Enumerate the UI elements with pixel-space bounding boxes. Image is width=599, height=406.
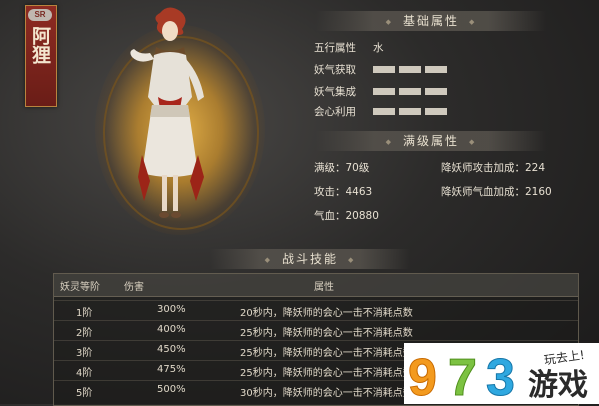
description-cell: 25秒内，降妖师的会心一击不消耗点数 — [240, 348, 413, 359]
character-portrait — [130, 7, 204, 218]
damage-cell: 400% — [157, 324, 186, 335]
column-header-attribute: 属性 — [314, 282, 334, 293]
table-row: 1阶 300% 20秒内，降妖师的会心一击不消耗点数 — [54, 300, 578, 320]
svg-text:3: 3 — [486, 349, 515, 404]
character-name: 阿狸 — [29, 26, 51, 64]
column-header-damage: 伤害 — [124, 282, 144, 293]
skills-table-header: 妖灵等阶 伤害 属性 — [54, 274, 578, 297]
site-watermark-logo: 9 7 3 玩去上! 游戏 — [404, 343, 599, 404]
description-cell: 25秒内，降妖师的会心一击不消耗点数 — [240, 368, 413, 379]
stat-bar-hidden — [373, 88, 447, 95]
stat-bar-hidden — [373, 108, 447, 115]
description-cell: 30秒内，降妖师的会心一击不消耗点数 — [240, 388, 413, 399]
attack-bonus: 降妖师攻击加成：224 — [441, 162, 546, 174]
tier-cell: 1阶 — [76, 308, 93, 319]
max-attributes-header: 满级属性 — [316, 131, 546, 151]
column-header-tier: 妖灵等阶 — [60, 282, 100, 293]
max-level: 满级：70级 — [314, 162, 370, 174]
svg-text:游戏: 游戏 — [528, 368, 588, 403]
rarity-badge: SR — [28, 9, 52, 21]
tier-cell: 4阶 — [76, 368, 93, 379]
combat-skills-header: 战斗技能 — [210, 249, 410, 269]
svg-text:7: 7 — [448, 349, 477, 404]
base-stat-label: 会心利用 — [314, 106, 356, 118]
base-attributes-header: 基础属性 — [316, 11, 546, 31]
base-stat-value: 水 — [373, 42, 384, 54]
base-stat-label: 妖气获取 — [314, 64, 356, 76]
tier-cell: 3阶 — [76, 348, 93, 359]
character-banner: SR 阿狸 — [25, 5, 57, 107]
damage-cell: 450% — [157, 344, 186, 355]
damage-cell: 475% — [157, 364, 186, 375]
table-row: 2阶 400% 25秒内，降妖师的会心一击不消耗点数 — [54, 320, 578, 340]
stat-bar-hidden — [373, 66, 447, 73]
max-hp: 气血：20880 — [314, 210, 379, 222]
damage-cell: 500% — [157, 384, 186, 395]
damage-cell: 300% — [157, 304, 186, 315]
description-cell: 20秒内，降妖师的会心一击不消耗点数 — [240, 308, 413, 319]
tier-cell: 2阶 — [76, 328, 93, 339]
description-cell: 25秒内，降妖师的会心一击不消耗点数 — [240, 328, 413, 339]
tier-cell: 5阶 — [76, 388, 93, 399]
svg-text:9: 9 — [408, 349, 437, 404]
hp-bonus: 降妖师气血加成：2160 — [441, 186, 552, 198]
max-attack: 攻击：4463 — [314, 186, 373, 198]
base-stat-label: 妖气集成 — [314, 86, 356, 98]
base-stat-label: 五行属性 — [314, 42, 356, 54]
